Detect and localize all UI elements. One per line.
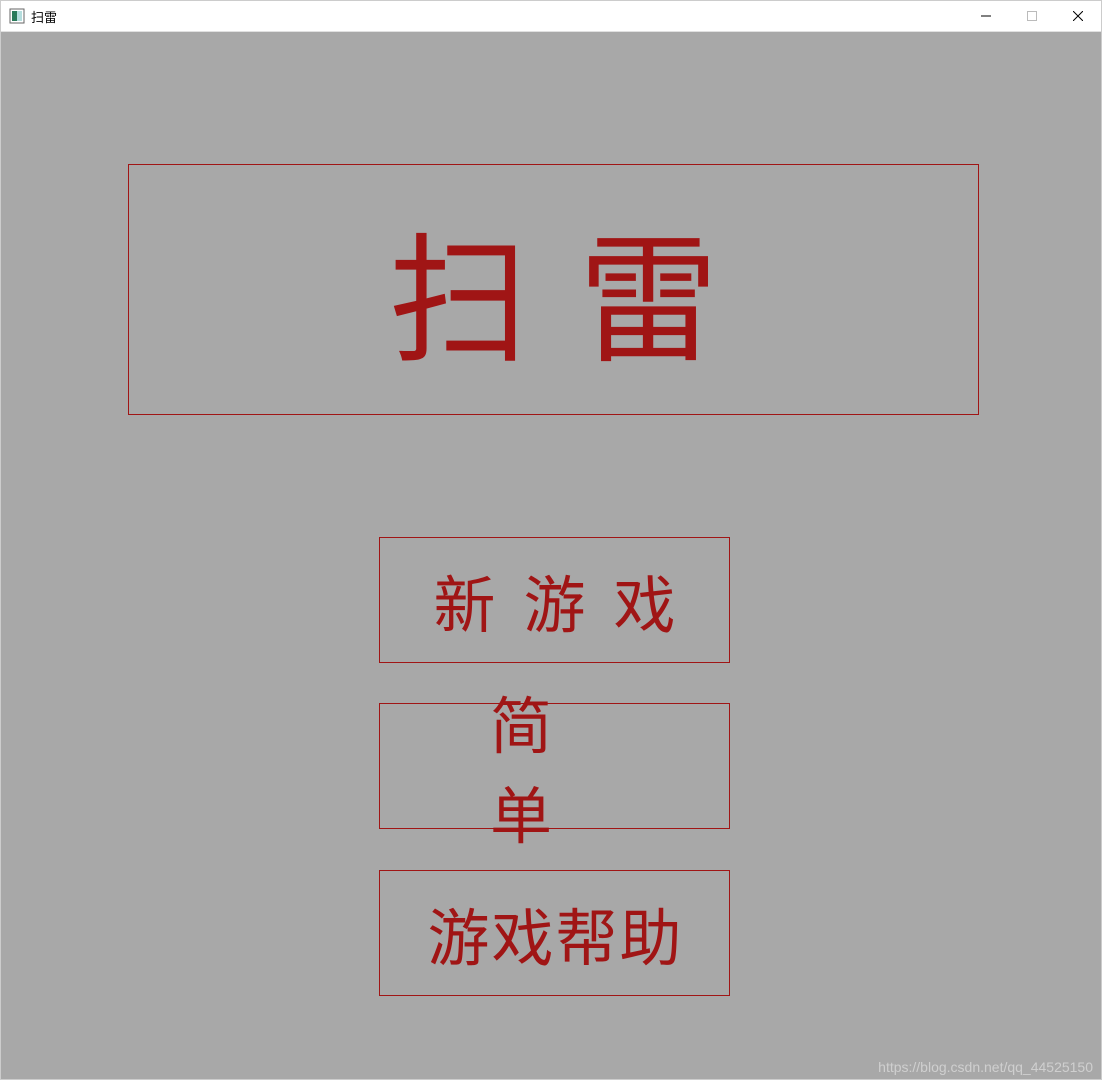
window-title: 扫雷 <box>31 7 57 26</box>
client-area: 扫雷 新游戏 简单 游戏帮助 https://blog.csdn.net/qq_… <box>1 32 1101 1079</box>
minimize-button[interactable] <box>963 1 1009 31</box>
maximize-button <box>1009 1 1055 31</box>
game-title-box: 扫雷 <box>128 164 979 415</box>
app-icon <box>9 8 25 24</box>
difficulty-label: 简单 <box>380 676 729 856</box>
window-controls <box>963 1 1101 31</box>
watermark-text: https://blog.csdn.net/qq_44525150 <box>878 1059 1093 1075</box>
close-button[interactable] <box>1055 1 1101 31</box>
titlebar: 扫雷 <box>1 1 1101 32</box>
new-game-button[interactable]: 新游戏 <box>379 537 730 663</box>
app-window: 扫雷 扫雷 新游戏 简单 游戏帮助 https://blog.csdn.net/… <box>0 0 1102 1080</box>
help-button[interactable]: 游戏帮助 <box>379 870 730 996</box>
difficulty-button[interactable]: 简单 <box>379 703 730 829</box>
help-label: 游戏帮助 <box>425 888 683 978</box>
game-title: 扫雷 <box>338 189 768 391</box>
new-game-label: 新游戏 <box>405 555 703 645</box>
